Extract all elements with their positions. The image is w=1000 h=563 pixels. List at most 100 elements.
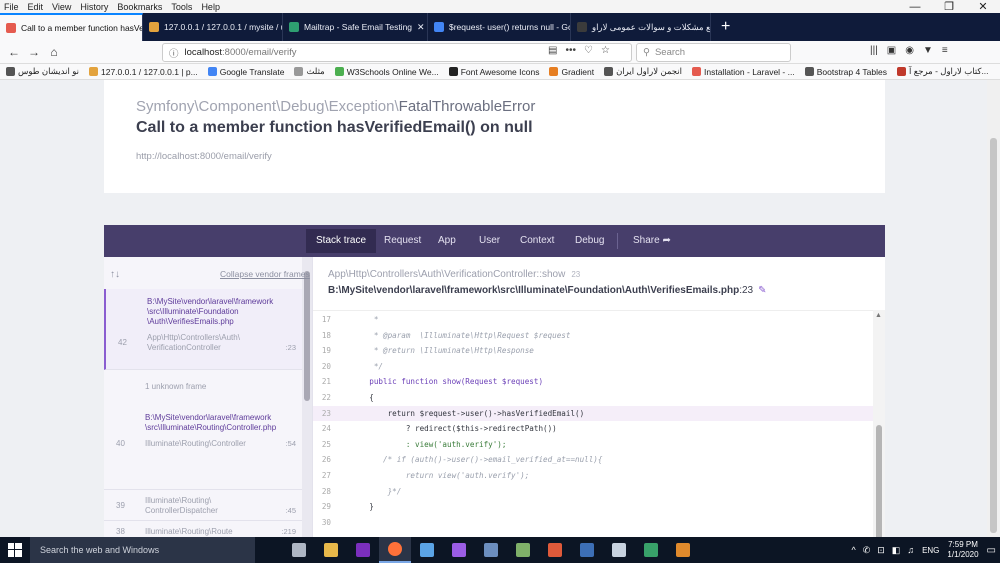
bookmark-item[interactable]: Gradient [549,67,594,77]
taskbar-app-icon[interactable] [315,537,347,563]
tab-label: Call to a member function hasVe [21,23,143,33]
tray-volume-icon[interactable]: ♫ [907,545,914,556]
home-button[interactable]: ⌂ [44,45,64,59]
stack-frame[interactable]: B:\MySite\vendor\laravel\framework \src\… [104,405,302,490]
pocket-icon[interactable]: ♡ [584,45,593,56]
language-indicator[interactable]: ENG [922,546,939,555]
sort-arrows-icon[interactable]: ↑↓ [110,269,120,280]
back-button[interactable]: ← [4,45,24,59]
taskbar-app-icon[interactable] [539,537,571,563]
sidebar-icon[interactable]: ▣ [887,45,896,56]
taskbar-app-icon[interactable] [507,537,539,563]
frames-scroll-thumb[interactable] [304,271,310,401]
tray-battery-icon[interactable]: ◧ [892,545,901,556]
menu-bookmarks[interactable]: Bookmarks [117,2,162,12]
new-tab-button[interactable]: + [711,13,740,41]
bookmark-label: Bootstrap 4 Tables [816,66,887,77]
bookmark-item[interactable]: کتاب لاراول - مرجع آ... [896,66,989,77]
start-button[interactable] [0,537,30,563]
tab-request[interactable]: Request [374,229,431,253]
search-input[interactable]: ⚲ Search [636,43,791,62]
search-icon: ⚲ [643,47,650,58]
bookmark-item[interactable]: مثلث [294,66,325,77]
taskbar-app-icon[interactable] [475,537,507,563]
code-scroll-thumb[interactable] [876,425,882,537]
stack-frame[interactable]: Illuminate\Routing\ ControllerDispatcher… [104,490,302,521]
stack-frame[interactable]: Illuminate\Routing\Route 38:219 [104,521,302,537]
tray-overflow-icon[interactable]: ^ [851,545,855,556]
tab-debug[interactable]: Debug [565,229,614,253]
menu-edit[interactable]: Edit [28,2,44,12]
bookmark-favicon-icon [334,67,344,76]
code-line: 17 * [313,312,873,328]
bookmark-item[interactable]: Bootstrap 4 Tables [804,66,887,77]
page-actions-icon[interactable]: ••• [565,45,576,56]
menu-view[interactable]: View [52,2,71,12]
bookmark-item[interactable]: نو اندیشان طوس [6,66,79,77]
browser-tab-2[interactable]: 127.0.0.1 / 127.0.0.1 / mysite / u✕ [143,13,283,41]
forward-button[interactable]: → [24,45,44,59]
reader-view-icon[interactable]: ▤ [548,45,557,56]
taskbar-search[interactable]: Search the web and Windows [30,537,255,563]
browser-tab-5[interactable]: رفع مشکلات و سوالات عمومی لاراو✕ [571,13,711,41]
tab-close-icon[interactable]: ✕ [412,22,425,33]
bookmark-item[interactable]: Font Awesome Icons [448,67,539,77]
bookmark-item[interactable]: انجمن لاراول ایران [604,66,682,77]
menu-tools[interactable]: Tools [171,2,192,12]
taskbar-app-icon[interactable] [667,537,699,563]
stack-frame[interactable]: B:\MySite\vendor\laravel\framework \src\… [104,289,302,370]
menu-file[interactable]: File [4,2,19,12]
notification-icon[interactable]: ▭ [987,545,996,556]
info-icon[interactable]: ⓘ [169,46,179,60]
taskbar-app-icon[interactable] [443,537,475,563]
code-line-number: 23 [321,408,331,418]
app-glyph-icon [484,543,498,557]
code-scrollbar[interactable]: ▲ [873,310,885,537]
taskbar-app-icon[interactable] [603,537,635,563]
tab-context[interactable]: Context [510,229,564,253]
menu-help[interactable]: Help [201,2,220,12]
unknown-frame[interactable]: 1 unknown frame [145,382,206,391]
tray-network-icon[interactable]: ⊡ [877,545,885,556]
vue-devtools-icon[interactable]: ▼ [923,45,933,56]
code-line-number: 28 [321,486,331,496]
code-line-number: 17 [321,315,331,324]
bookmark-item[interactable]: 127.0.0.1 / 127.0.0.1 | p... [88,67,198,77]
extension-icon[interactable]: ◉ [905,45,914,56]
bookmark-item[interactable]: W3Schools Online We... [334,67,439,77]
browser-tab-1[interactable]: Call to a member function hasVe✕ [0,13,143,41]
taskbar-app-icon[interactable] [347,537,379,563]
tab-app[interactable]: App [428,229,466,253]
tab-user[interactable]: User [469,229,510,253]
bookmark-item[interactable]: Installation - Laravel - ... [692,67,795,77]
library-icon[interactable]: ||| [870,45,878,56]
menu-icon[interactable]: ≡ [942,45,948,56]
exception-url[interactable]: http://localhost:8000/email/verify [136,151,272,162]
tab-share[interactable]: Share ➦ [623,229,681,253]
scroll-up-icon[interactable]: ▲ [875,312,882,319]
taskbar-app-icon[interactable] [411,537,443,563]
taskbar-app-icon[interactable] [635,537,667,563]
pencil-icon[interactable]: ✎ [758,285,766,296]
browser-tab-3[interactable]: Mailtrap - Safe Email Testing ✕ [283,13,428,41]
frames-scrollbar[interactable] [302,257,312,537]
page-scroll-thumb[interactable] [990,138,997,533]
clock[interactable]: 7:59 PM 1/1/2020 [947,540,978,560]
tab-stack-trace[interactable]: Stack trace [306,229,377,253]
browser-tab-4[interactable]: $request- user() returns null - Go✕ [428,13,571,41]
bookmark-label: مثلث [306,66,325,76]
tray-people-icon[interactable]: ✆ [863,545,871,556]
collapse-vendor-frames-link[interactable]: Collapse vendor frames [220,269,310,279]
menu-history[interactable]: History [80,2,108,12]
frame-line-number: 39 [116,501,125,510]
code-line: 28 }*/ [313,484,873,500]
taskbar-app-icon[interactable] [571,537,603,563]
bookmark-item[interactable]: Google Translate [207,67,284,77]
app-glyph-icon [580,543,594,557]
taskbar-app-icon[interactable] [283,537,315,563]
bookmark-star-icon[interactable]: ☆ [601,45,610,56]
app-glyph-icon [644,543,658,557]
exception-message: Call to a member function hasVerifiedEma… [136,119,533,136]
page-scrollbar[interactable] [987,80,1000,537]
taskbar-app-icon[interactable] [379,537,411,563]
